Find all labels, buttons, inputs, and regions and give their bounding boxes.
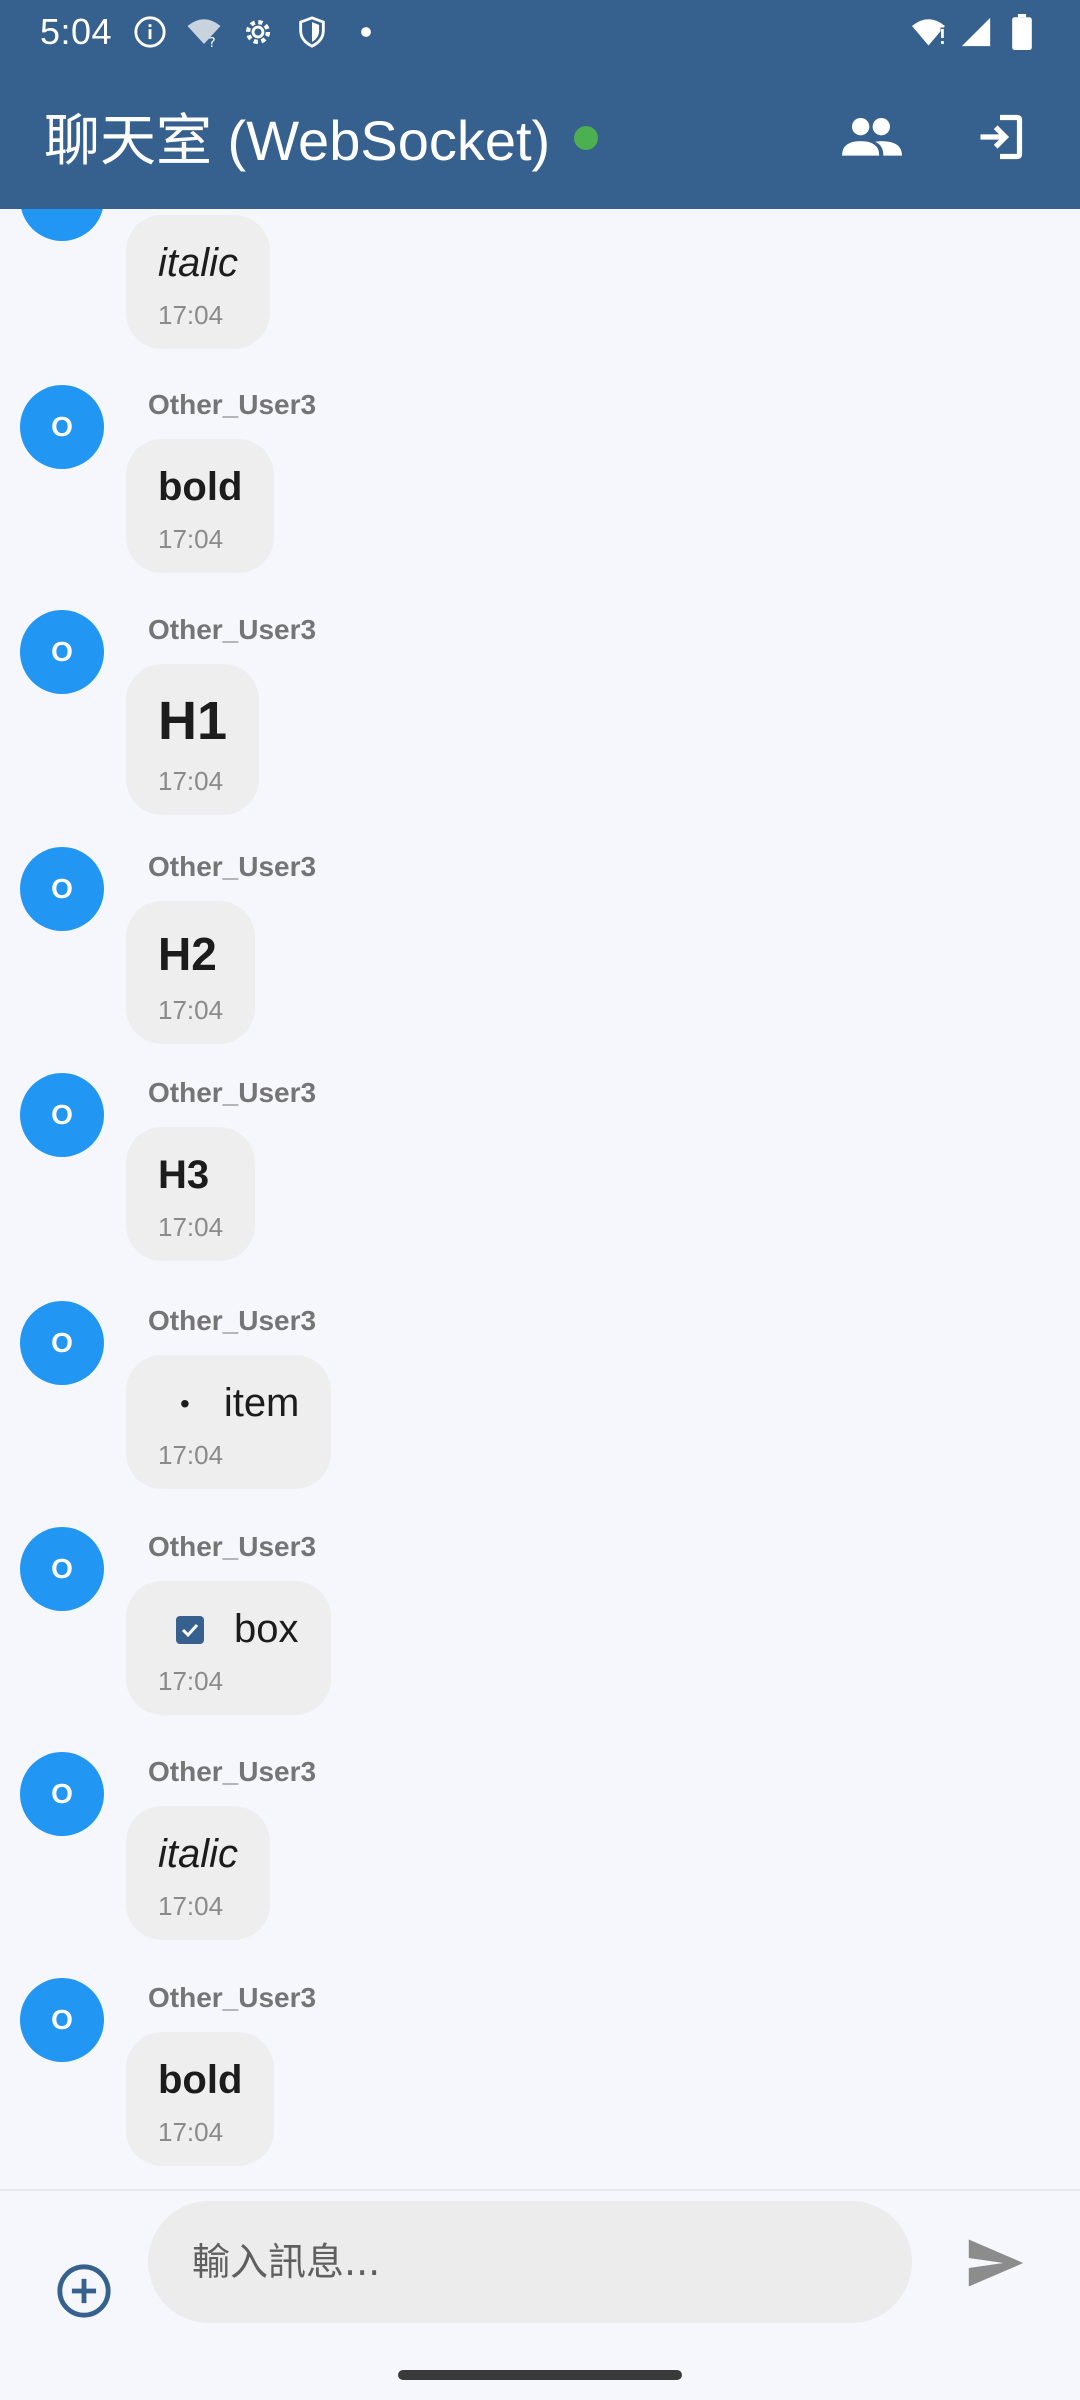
message-time: 17:04 <box>158 1891 224 1921</box>
chat-screen: 5:04 ? 聊天室 (WebSocket) italic 17:04 O Ot… <box>0 0 1080 2400</box>
message-bubble[interactable]: • item 17:04 <box>126 1355 332 1489</box>
sender-name: Other_User3 <box>148 1982 317 2013</box>
avatar <box>20 209 104 241</box>
message-text: bold <box>158 2058 243 2102</box>
avatar[interactable]: O <box>20 847 104 931</box>
message-time: 17:04 <box>158 995 224 1025</box>
svg-text:?: ? <box>209 35 216 50</box>
avatar[interactable]: O <box>20 385 104 469</box>
app-bar: 聊天室 (WebSocket) <box>0 64 1080 209</box>
message-time: 17:04 <box>158 1666 224 1696</box>
app-bar-actions <box>836 101 1036 173</box>
message-text: italic <box>158 241 239 285</box>
message-text: box <box>234 1607 299 1651</box>
message-text: H3 <box>158 1153 210 1197</box>
message-bubble[interactable]: H3 17:04 <box>126 1127 256 1261</box>
sender-name: Other_User3 <box>148 389 317 420</box>
sender-name: Other_User3 <box>148 1305 317 1336</box>
message-bubble[interactable]: bold 17:04 <box>126 2032 275 2166</box>
message-list[interactable]: italic 17:04 O Other_User3 bold 17:04 O … <box>0 209 1080 2189</box>
settings-icon <box>240 14 276 50</box>
avatar[interactable]: O <box>20 610 104 694</box>
connection-status-dot <box>574 125 599 150</box>
battery-icon <box>1004 14 1040 50</box>
status-bar: 5:04 ? <box>0 0 1080 64</box>
avatar[interactable]: O <box>20 1527 104 1611</box>
avatar[interactable]: O <box>20 1978 104 2062</box>
message-time: 17:04 <box>158 2117 224 2147</box>
home-indicator[interactable] <box>398 2370 682 2380</box>
message-text: italic <box>158 1832 239 1876</box>
message-text: H2 <box>158 928 217 980</box>
sender-name: Other_User3 <box>148 851 317 882</box>
checkbox-checked-icon <box>176 1615 204 1644</box>
avatar[interactable]: O <box>20 1301 104 1385</box>
sender-name: Other_User3 <box>148 1077 317 1108</box>
avatar[interactable]: O <box>20 1752 104 1836</box>
message-bubble[interactable]: italic 17:04 <box>126 215 271 349</box>
wifi-alert-icon <box>912 14 948 50</box>
avatar[interactable]: O <box>20 1073 104 1157</box>
bullet-icon: • <box>180 1387 190 1419</box>
attach-button[interactable] <box>48 2255 120 2327</box>
wifi-question-icon: ? <box>186 14 222 50</box>
send-button[interactable] <box>958 2225 1034 2301</box>
logout-button[interactable] <box>964 101 1036 173</box>
message-composer <box>0 2189 1080 2400</box>
message-time: 17:04 <box>158 300 224 330</box>
info-icon <box>132 14 168 50</box>
sender-name: Other_User3 <box>148 1531 317 1562</box>
message-time: 17:04 <box>158 766 224 796</box>
status-right-icons <box>912 14 1040 50</box>
status-left-icons: ? <box>132 14 384 50</box>
message-bubble[interactable]: bold 17:04 <box>126 439 275 573</box>
message-text: H1 <box>158 691 228 751</box>
sender-name: Other_User3 <box>148 1756 317 1787</box>
send-icon <box>968 2239 1024 2287</box>
message-text: item <box>223 1381 300 1425</box>
message-bubble[interactable]: italic 17:04 <box>126 1806 271 1940</box>
sender-name: Other_User3 <box>148 614 317 645</box>
dot-icon <box>348 14 384 50</box>
message-time: 17:04 <box>158 1440 224 1470</box>
message-input[interactable] <box>148 2201 912 2323</box>
members-button[interactable] <box>836 101 908 173</box>
logout-icon <box>980 114 1023 159</box>
message-bubble[interactable]: H1 17:04 <box>126 664 260 815</box>
shield-icon <box>294 14 330 50</box>
add-circle-icon <box>57 2264 111 2318</box>
status-time: 5:04 <box>40 11 113 52</box>
message-bubble[interactable]: box 17:04 <box>126 1581 331 1715</box>
message-time: 17:04 <box>158 524 224 554</box>
message-text: bold <box>158 465 243 509</box>
message-time: 17:04 <box>158 1212 224 1242</box>
signal-icon <box>958 14 994 50</box>
page-title: 聊天室 (WebSocket) <box>44 109 551 172</box>
message-bubble[interactable]: H2 17:04 <box>126 901 256 1044</box>
people-icon <box>842 117 902 156</box>
